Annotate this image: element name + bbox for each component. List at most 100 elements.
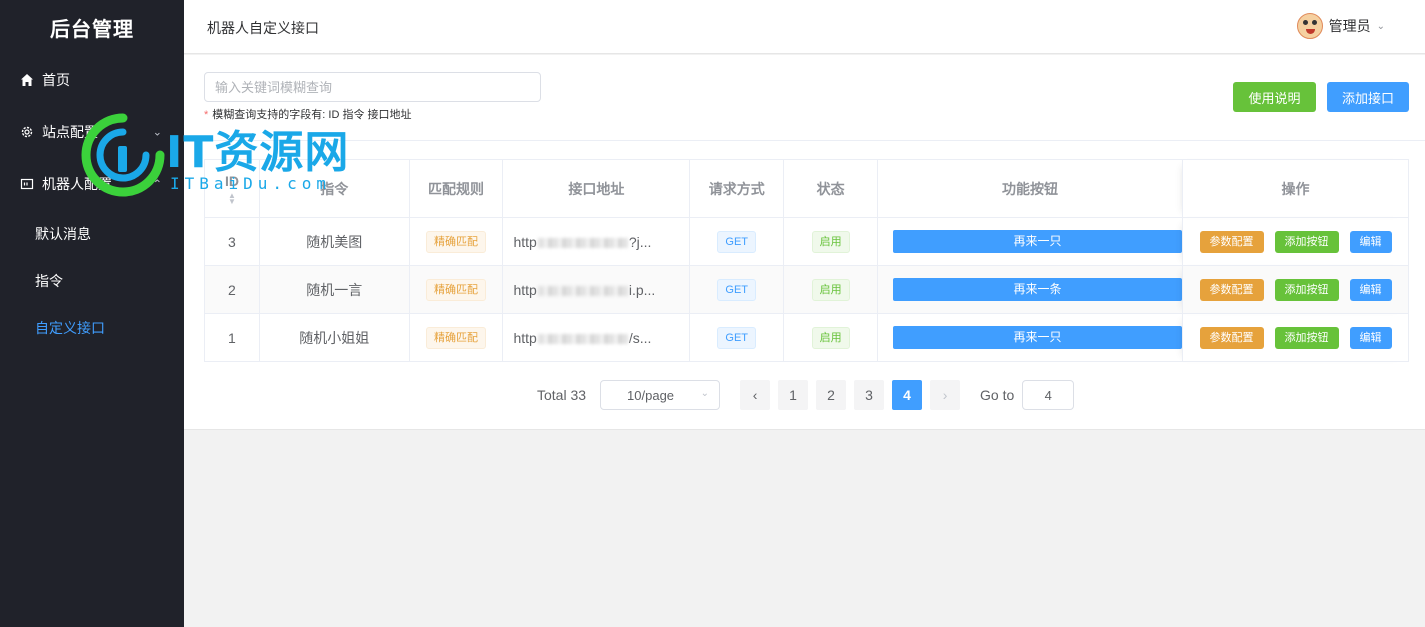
column-header-function-button: 功能按钮 [877, 159, 1184, 218]
prev-page-button[interactable]: ‹ [740, 380, 771, 410]
url-prefix: http [513, 233, 537, 250]
column-header-label: ID [224, 172, 239, 189]
cell-method: GET [689, 313, 785, 362]
sidebar-subitem-commands[interactable]: 指令 [0, 257, 184, 304]
function-button[interactable]: 再来一只 [893, 230, 1183, 253]
sidebar-item-site-config[interactable]: 站点配置 ⌄ [0, 106, 184, 158]
method-tag: GET [717, 230, 757, 253]
help-button[interactable]: 使用说明 [1233, 82, 1316, 112]
row-actions: 参数配置 添加按钮 编辑 [1183, 326, 1408, 349]
avatar [1296, 13, 1323, 39]
blurred-url [537, 237, 628, 248]
sort-icon[interactable]: ▲ ▼ [205, 191, 259, 205]
add-button-button[interactable]: 添加按钮 [1274, 326, 1339, 349]
method-tag: GET [717, 278, 757, 301]
cell-actions: 参数配置 添加按钮 编辑 [1182, 265, 1409, 314]
add-api-button[interactable]: 添加接口 [1327, 82, 1409, 112]
rule-tag: 精确匹配 [426, 326, 487, 349]
brand-title: 后台管理 [50, 18, 134, 41]
page-title: 机器人自定义接口 [207, 20, 319, 36]
cell-function-button: 再来一只 [877, 217, 1184, 266]
column-header-actions: 操作 [1182, 159, 1409, 218]
search-hint: * 模糊查询支持的字段有: ID 指令 接口地址 [204, 106, 412, 122]
required-star: * [204, 109, 209, 121]
params-config-button[interactable]: 参数配置 [1199, 326, 1264, 349]
table-header-row: ID ▲ ▼ 指令 匹配规则 接口地址 请求方式 状态 功能按钮 操作 [204, 159, 1409, 218]
row-actions: 参数配置 添加按钮 编辑 [1183, 278, 1408, 301]
top-header: 机器人自定义接口 管理员 ⌄ [184, 0, 1425, 54]
blurred-url [537, 333, 628, 344]
page-button-4[interactable]: 4 [892, 380, 923, 410]
table-row: 3 随机美图 精确匹配 http ?j... GET 启用 再来一只 参数配置 添… [204, 217, 1409, 266]
cell-command: 随机小姐姐 [259, 313, 410, 362]
chevron-up-icon: ⌃ [152, 178, 162, 191]
gear-icon [20, 125, 34, 139]
chevron-down-icon: ⌄ [1376, 20, 1385, 32]
edit-button[interactable]: 编辑 [1349, 278, 1392, 301]
page-button-2[interactable]: 2 [816, 380, 847, 410]
cell-status: 启用 [783, 265, 879, 314]
cell-status: 启用 [783, 313, 879, 362]
edit-button[interactable]: 编辑 [1349, 230, 1392, 253]
user-menu[interactable]: 管理员 ⌄ [1296, 13, 1385, 39]
chevron-left-icon: ‹ [752, 387, 758, 403]
column-header-method: 请求方式 [689, 159, 785, 218]
cell-method: GET [689, 265, 785, 314]
rule-tag: 精确匹配 [426, 230, 487, 253]
search-input[interactable] [204, 72, 541, 102]
cell-command: 随机美图 [259, 217, 410, 266]
cell-url: http ?j... [502, 217, 691, 266]
page-button-1[interactable]: 1 [778, 380, 809, 410]
cell-id: 1 [204, 313, 260, 362]
column-header-command: 指令 [259, 159, 410, 218]
cell-id: 2 [204, 265, 260, 314]
cell-url: http/s... [502, 313, 691, 362]
cell-function-button: 再来一只 [877, 313, 1184, 362]
sidebar-subitem-default-message[interactable]: 默认消息 [0, 210, 184, 257]
rule-tag: 精确匹配 [426, 278, 487, 301]
goto-page-input[interactable] [1022, 380, 1075, 410]
page-size-select[interactable]: 10/page ⌄ [600, 380, 721, 410]
sidebar-item-home[interactable]: 首页 [0, 54, 184, 106]
function-button[interactable]: 再来一只 [893, 326, 1183, 349]
sidebar-item-robot-config[interactable]: 机器人配置 ⌃ [0, 158, 184, 210]
column-header-rule: 匹配规则 [409, 159, 504, 218]
home-icon [20, 73, 34, 87]
cell-rule: 精确匹配 [409, 265, 504, 314]
chevron-down-icon: ⌄ [700, 388, 710, 399]
params-config-button[interactable]: 参数配置 [1199, 278, 1264, 301]
goto-label: Go to [980, 387, 1015, 403]
column-header-url: 接口地址 [502, 159, 691, 218]
cell-rule: 精确匹配 [409, 313, 504, 362]
pagination-total: Total 33 [537, 387, 587, 403]
table-row: 2 随机一言 精确匹配 http i.p... GET 启用 再来一条 参数配置 … [204, 265, 1409, 314]
api-table: ID ▲ ▼ 指令 匹配规则 接口地址 请求方式 状态 功能按钮 操作 3 随机美图… [204, 159, 1409, 362]
cell-id: 3 [204, 217, 260, 266]
blurred-url [537, 285, 628, 296]
url-suffix: /s... [628, 329, 652, 346]
edit-button[interactable]: 编辑 [1349, 326, 1392, 349]
url-suffix: i.p... [628, 281, 656, 298]
url-prefix: http [513, 281, 537, 298]
status-badge: 启用 [811, 230, 850, 253]
table-row: 1 随机小姐姐 精确匹配 http/s... GET 启用 再来一只 参数配置 … [204, 313, 1409, 362]
chevron-right-icon: › [942, 387, 948, 403]
url-suffix: ?j... [628, 233, 652, 250]
method-tag: GET [717, 326, 757, 349]
column-header-id[interactable]: ID ▲ ▼ [204, 159, 260, 218]
add-button-button[interactable]: 添加按钮 [1274, 230, 1339, 253]
sidebar-subitem-custom-api[interactable]: 自定义接口 [0, 304, 184, 351]
cell-function-button: 再来一条 [877, 265, 1184, 314]
status-badge: 启用 [811, 278, 850, 301]
robot-icon [20, 177, 34, 191]
params-config-button[interactable]: 参数配置 [1199, 230, 1264, 253]
search-hint-text: 模糊查询支持的字段有: ID 指令 接口地址 [212, 109, 412, 121]
next-page-button[interactable]: › [930, 380, 961, 410]
add-button-button[interactable]: 添加按钮 [1274, 278, 1339, 301]
page-button-3[interactable]: 3 [854, 380, 885, 410]
username: 管理员 [1328, 18, 1371, 34]
function-button[interactable]: 再来一条 [893, 278, 1183, 301]
sidebar: 后台管理 首页 站点配置 ⌄ 机器人配置 ⌃ 默认消息 指令 自定义接口 [0, 0, 184, 627]
divider [184, 140, 1425, 141]
cell-rule: 精确匹配 [409, 217, 504, 266]
